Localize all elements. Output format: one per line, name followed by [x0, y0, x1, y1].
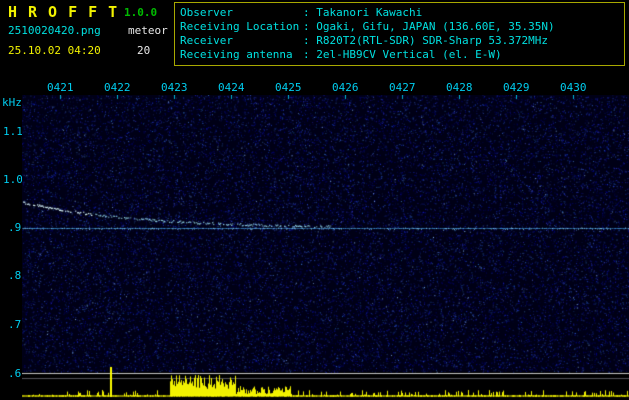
mode-label: meteor	[128, 24, 168, 37]
freq-label-0-9: .9	[8, 221, 22, 234]
freq-label-1-0: 1.0	[3, 173, 23, 186]
info-label-receiver: Receiver	[180, 34, 233, 47]
spectrogram-canvas	[22, 95, 629, 400]
time-label-0421: 0421	[47, 81, 74, 94]
echo-count: 20	[137, 44, 151, 57]
freq-label-1-1: 1.1	[3, 125, 23, 138]
info-label-location: Receiving Location	[180, 20, 300, 33]
info-value-antenna: : 2el-HB9CV Vertical (el. E-W)	[303, 48, 502, 61]
output-filename: 2510020420.png	[8, 24, 101, 37]
time-label-0423: 0423	[161, 81, 188, 94]
freq-label-0-7: .7	[8, 318, 22, 331]
time-label-0425: 0425	[275, 81, 302, 94]
time-label-0426: 0426	[332, 81, 359, 94]
freq-axis-unit: kHz	[2, 96, 22, 109]
time-label-0428: 0428	[446, 81, 473, 94]
time-label-0427: 0427	[389, 81, 416, 94]
info-label-observer: Observer	[180, 6, 233, 19]
time-label-0424: 0424	[218, 81, 245, 94]
info-value-observer: : Takanori Kawachi	[303, 6, 423, 19]
time-label-0422: 0422	[104, 81, 131, 94]
station-info-panel: Observer : Takanori Kawachi Receiving Loc…	[174, 2, 625, 66]
info-row-receiver: Receiver : R820T2(RTL-SDR) SDR-Sharp 53.3…	[180, 34, 619, 48]
info-row-antenna: Receiving antenna : 2el-HB9CV Vertical (e…	[180, 48, 619, 62]
time-label-0430: 0430	[560, 81, 587, 94]
freq-label-0-8: .8	[8, 269, 22, 282]
info-label-antenna: Receiving antenna	[180, 48, 293, 61]
info-row-location: Receiving Location: Ogaki, Gifu, JAPAN (…	[180, 20, 619, 34]
freq-label-0-6: .6	[8, 367, 22, 380]
info-row-observer: Observer : Takanori Kawachi	[180, 6, 619, 20]
timestamp: 25.10.02 04:20	[8, 44, 101, 57]
hrofft-window: HROFFT 1.0.0 2510020420.png meteor 25.10…	[0, 0, 629, 400]
time-label-0429: 0429	[503, 81, 530, 94]
app-title: HROFFT	[8, 3, 129, 21]
info-value-location: : Ogaki, Gifu, JAPAN (136.60E, 35.35N)	[303, 20, 555, 33]
info-value-receiver: : R820T2(RTL-SDR) SDR-Sharp 53.372MHz	[303, 34, 549, 47]
app-version: 1.0.0	[124, 6, 158, 19]
